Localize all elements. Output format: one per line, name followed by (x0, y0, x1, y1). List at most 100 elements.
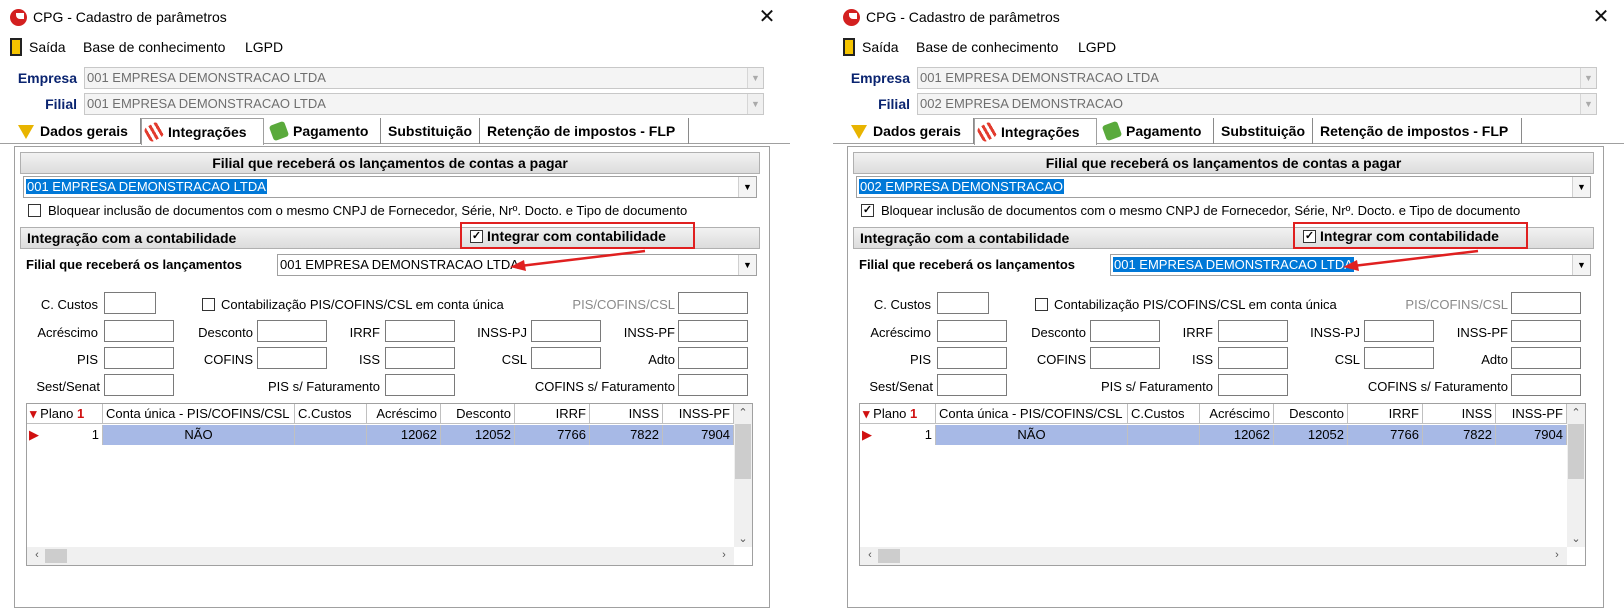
grid-cell-irrf[interactable]: 7766 (515, 425, 590, 445)
integrar-checkbox[interactable]: ✓ (470, 230, 483, 243)
cofins-faturamento-input[interactable] (678, 374, 748, 396)
accounts-grid[interactable]: ▾ Plano 1 Conta única - PIS/COFINS/CSL C… (859, 403, 1586, 566)
tab-integracoes[interactable]: Integrações (974, 118, 1097, 145)
grid-cell-irrf[interactable]: 7766 (1348, 425, 1423, 445)
grid-header-acrescimo[interactable]: Acréscimo (1200, 404, 1274, 424)
menu-lgpd[interactable]: LGPD (245, 39, 283, 55)
irrf-input[interactable] (1218, 320, 1288, 342)
tab-pagamento[interactable]: Pagamento (1100, 118, 1214, 144)
grid-cell-conta-unica[interactable]: NÃO (103, 425, 295, 445)
tab-retencao[interactable]: Retenção de impostos - FLP (1316, 118, 1522, 144)
integrar-checkbox[interactable]: ✓ (1303, 230, 1316, 243)
irrf-input[interactable] (385, 320, 455, 342)
pis-faturamento-input[interactable] (385, 374, 455, 396)
scroll-thumb[interactable] (45, 549, 67, 563)
tab-integracoes[interactable]: Integrações (141, 118, 264, 145)
grid-cell-inss-pf[interactable]: 7904 (663, 425, 734, 445)
chevron-down-icon[interactable]: ▼ (747, 68, 763, 88)
filial-select[interactable]: 001 EMPRESA DEMONSTRACAO LTDA ▼ (84, 93, 764, 115)
scroll-down-icon[interactable]: ⌄ (1568, 532, 1584, 545)
grid-header-inss-pf[interactable]: INSS-PF (663, 404, 734, 424)
exit-door-icon[interactable] (10, 38, 22, 56)
desconto-input[interactable] (257, 320, 327, 342)
contabilizacao-checkbox[interactable] (1035, 298, 1048, 311)
pis-faturamento-input[interactable] (1218, 374, 1288, 396)
empresa-select[interactable]: 001 EMPRESA DEMONSTRACAO LTDA ▼ (84, 67, 764, 89)
cofins-input[interactable] (257, 347, 327, 369)
filial-contas-select[interactable]: 002 EMPRESA DEMONSTRACAO ▼ (856, 176, 1591, 198)
exit-door-icon[interactable] (843, 38, 855, 56)
tab-dados-gerais[interactable]: Dados gerais (14, 118, 141, 144)
contabilizacao-checkbox[interactable] (202, 298, 215, 311)
grid-header-irrf[interactable]: IRRF (1348, 404, 1423, 424)
menu-base-conhecimento[interactable]: Base de conhecimento (83, 39, 225, 55)
tab-pagamento[interactable]: Pagamento (267, 118, 381, 144)
scroll-thumb[interactable] (878, 549, 900, 563)
pis-cofins-csl-input[interactable] (678, 292, 748, 314)
grid-header-desconto[interactable]: Desconto (1274, 404, 1348, 424)
adto-input[interactable] (678, 347, 748, 369)
inss-pj-input[interactable] (1364, 320, 1434, 342)
menu-base-conhecimento[interactable]: Base de conhecimento (916, 39, 1058, 55)
pis-cofins-csl-input[interactable] (1511, 292, 1581, 314)
c-custos-input[interactable] (104, 292, 156, 314)
grid-vertical-scrollbar[interactable]: ⌃ ⌄ (734, 404, 752, 547)
iss-input[interactable] (385, 347, 455, 369)
chevron-down-icon[interactable]: ▼ (738, 177, 756, 197)
grid-cell-inss[interactable]: 7822 (1423, 425, 1496, 445)
scroll-right-icon[interactable]: › (716, 549, 732, 561)
desconto-input[interactable] (1090, 320, 1160, 342)
grid-header-ccustos[interactable]: C.Custos (295, 404, 367, 424)
grid-cell-plano[interactable]: 1 (39, 425, 103, 445)
scroll-up-icon[interactable]: ⌃ (1568, 406, 1584, 419)
menu-saida[interactable]: Saída (29, 39, 66, 55)
grid-cell-desconto[interactable]: 12052 (1274, 425, 1348, 445)
grid-header-inss[interactable]: INSS (1423, 404, 1496, 424)
pis-input[interactable] (104, 347, 174, 369)
grid-cell-desconto[interactable]: 12052 (441, 425, 515, 445)
filial-contas-select[interactable]: 001 EMPRESA DEMONSTRACAO LTDA ▼ (23, 176, 757, 198)
filial-select[interactable]: 002 EMPRESA DEMONSTRACAO ▼ (917, 93, 1597, 115)
grid-header-plano[interactable]: ▾ Plano 1 (27, 404, 103, 424)
scroll-left-icon[interactable]: ‹ (862, 549, 878, 561)
chevron-down-icon[interactable]: ▼ (1572, 255, 1590, 275)
inss-pf-input[interactable] (1511, 320, 1581, 342)
tab-retencao[interactable]: Retenção de impostos - FLP (483, 118, 689, 144)
bloquear-checkbox[interactable]: ✓ (861, 204, 874, 217)
csl-input[interactable] (1364, 347, 1434, 369)
inss-pj-input[interactable] (531, 320, 601, 342)
menu-saida[interactable]: Saída (862, 39, 899, 55)
empresa-select[interactable]: 001 EMPRESA DEMONSTRACAO LTDA ▼ (917, 67, 1597, 89)
grid-vertical-scrollbar[interactable]: ⌃ ⌄ (1567, 404, 1585, 547)
grid-cell-conta-unica[interactable]: NÃO (936, 425, 1128, 445)
grid-horizontal-scrollbar[interactable]: ‹ › (860, 547, 1567, 565)
grid-header-conta-unica[interactable]: Conta única - PIS/COFINS/CSL (936, 404, 1128, 424)
accounts-grid[interactable]: ▾ Plano 1 Conta única - PIS/COFINS/CSL C… (26, 403, 753, 566)
cofins-input[interactable] (1090, 347, 1160, 369)
csl-input[interactable] (531, 347, 601, 369)
scroll-up-icon[interactable]: ⌃ (735, 406, 751, 419)
chevron-down-icon[interactable]: ▼ (1580, 94, 1596, 114)
scroll-right-icon[interactable]: › (1549, 549, 1565, 561)
menu-lgpd[interactable]: LGPD (1078, 39, 1116, 55)
iss-input[interactable] (1218, 347, 1288, 369)
adto-input[interactable] (1511, 347, 1581, 369)
grid-cell-inss-pf[interactable]: 7904 (1496, 425, 1567, 445)
acrescimo-input[interactable] (937, 320, 1007, 342)
scroll-down-icon[interactable]: ⌄ (735, 532, 751, 545)
chevron-down-icon[interactable]: ▼ (738, 255, 756, 275)
bloquear-checkbox[interactable] (28, 204, 41, 217)
grid-cell-acrescimo[interactable]: 12062 (367, 425, 441, 445)
scroll-thumb[interactable] (735, 424, 751, 479)
scroll-left-icon[interactable]: ‹ (29, 549, 45, 561)
close-button[interactable]: ✕ (1586, 4, 1616, 30)
acrescimo-input[interactable] (104, 320, 174, 342)
grid-header-ccustos[interactable]: C.Custos (1128, 404, 1200, 424)
tab-substituicao[interactable]: Substituição (384, 118, 480, 144)
grid-cell-inss[interactable]: 7822 (590, 425, 663, 445)
chevron-down-icon[interactable]: ▼ (1572, 177, 1590, 197)
chevron-down-icon[interactable]: ▼ (747, 94, 763, 114)
inss-pf-input[interactable] (678, 320, 748, 342)
grid-cell-ccustos[interactable] (295, 425, 367, 445)
grid-header-irrf[interactable]: IRRF (515, 404, 590, 424)
